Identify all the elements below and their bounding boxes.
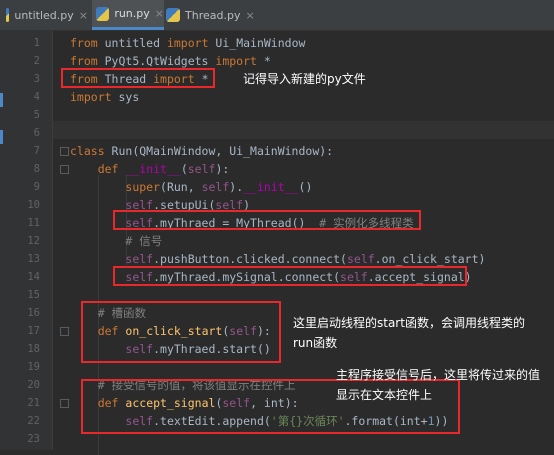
line-number: 9	[33, 181, 40, 193]
line-number: 22	[27, 415, 40, 427]
highlight-box-instantiate	[113, 210, 421, 230]
line-number: 12	[27, 235, 40, 247]
code-line[interactable]: 6	[0, 124, 554, 142]
code-line[interactable]: 7 class Run(QMainWindow, Ui_MainWindow):	[0, 142, 554, 160]
line-number: 10	[27, 199, 40, 211]
annotation-import: 记得导入新建的py文件	[243, 72, 366, 86]
code-line[interactable]: 1 from untitled import Ui_MainWindow	[0, 34, 554, 52]
line-number: 13	[27, 253, 40, 265]
line-number: 15	[27, 289, 40, 301]
annotation-start: 这里启动线程的start函数，会调用线程类的run函数	[293, 316, 525, 350]
close-icon[interactable]: ×	[155, 7, 164, 20]
highlight-box-import	[61, 68, 215, 88]
line-number: 8	[33, 163, 40, 175]
highlight-box-connect	[113, 266, 467, 286]
code-line[interactable]: 12 # 信号	[0, 232, 554, 250]
line-number: 21	[27, 397, 40, 409]
fold-icon[interactable]	[60, 399, 69, 408]
code-line[interactable]: 9 super(Run, self).__init__()	[0, 178, 554, 196]
line-number: 6	[33, 127, 40, 139]
tab-thread-py[interactable]: Thread.py ×	[166, 0, 256, 30]
tab-untitled-py[interactable]: untitled.py ×	[6, 0, 88, 30]
line-number: 19	[27, 361, 40, 373]
code-text: def __init__(self):	[97, 162, 230, 176]
highlight-box-slot	[81, 301, 281, 363]
editor-tab-bar: untitled.py × run.py × Thread.py ×	[0, 0, 554, 31]
fold-icon[interactable]	[60, 165, 69, 174]
line-number: 23	[27, 433, 40, 445]
tab-run-py[interactable]: run.py ×	[92, 0, 164, 30]
close-icon[interactable]: ×	[79, 9, 88, 22]
code-line[interactable]: 5	[0, 106, 554, 124]
tab-label: Thread.py	[185, 8, 241, 22]
fold-icon[interactable]	[60, 327, 69, 336]
line-number: 5	[33, 109, 40, 121]
code-text: super(Run, self).__init__()	[125, 180, 313, 194]
code-line[interactable]: 8 def __init__(self):	[0, 160, 554, 178]
python-file-icon	[96, 6, 110, 21]
code-text: from untitled import Ui_MainWindow	[70, 36, 306, 50]
tab-label: run.py	[114, 7, 150, 20]
line-number: 20	[27, 379, 40, 391]
python-file-icon	[166, 8, 180, 22]
line-number: 1	[33, 37, 40, 49]
line-number: 14	[27, 271, 40, 283]
line-number: 4	[33, 91, 40, 103]
line-number: 7	[33, 145, 40, 157]
line-number: 17	[27, 325, 40, 337]
line-number: 18	[27, 343, 40, 355]
python-file-icon	[6, 8, 10, 22]
line-number: 16	[27, 307, 40, 319]
code-text: import sys	[70, 90, 140, 104]
fold-icon[interactable]	[60, 147, 69, 156]
tab-label: untitled.py	[14, 8, 74, 22]
line-number: 11	[27, 217, 40, 229]
line-number: 3	[33, 73, 40, 85]
line-number: 2	[33, 55, 40, 67]
code-text: # 信号	[125, 234, 163, 248]
annotation-signal: 主程序接受信号后，这里将传过来的值显示在文本控件上	[336, 368, 541, 402]
close-icon[interactable]: ×	[245, 9, 254, 22]
code-text: class Run(QMainWindow, Ui_MainWindow):	[70, 144, 334, 158]
code-line[interactable]: 4 import sys	[0, 88, 554, 106]
